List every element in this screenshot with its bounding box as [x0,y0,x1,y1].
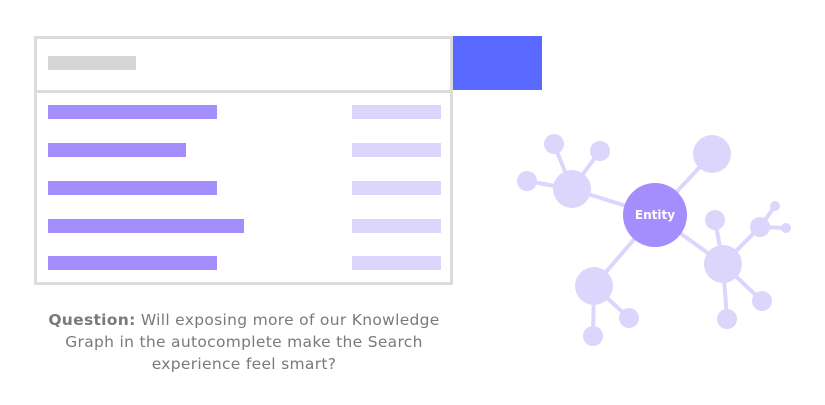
knowledge-graph: Entity [517,134,791,346]
graph-node [705,210,725,230]
graph-node [750,217,770,237]
graph-node [575,267,613,305]
graph-node [553,170,591,208]
graph-node [544,134,564,154]
graph-node [770,201,780,211]
graph-node [781,223,791,233]
graph-node [693,135,731,173]
graph-node [717,309,737,329]
graph-node [704,245,742,283]
graph-node [590,141,610,161]
graph-node [583,326,603,346]
graph-node [619,308,639,328]
graph-node [752,291,772,311]
entity-label: Entity [635,208,675,222]
graph-node [517,171,537,191]
